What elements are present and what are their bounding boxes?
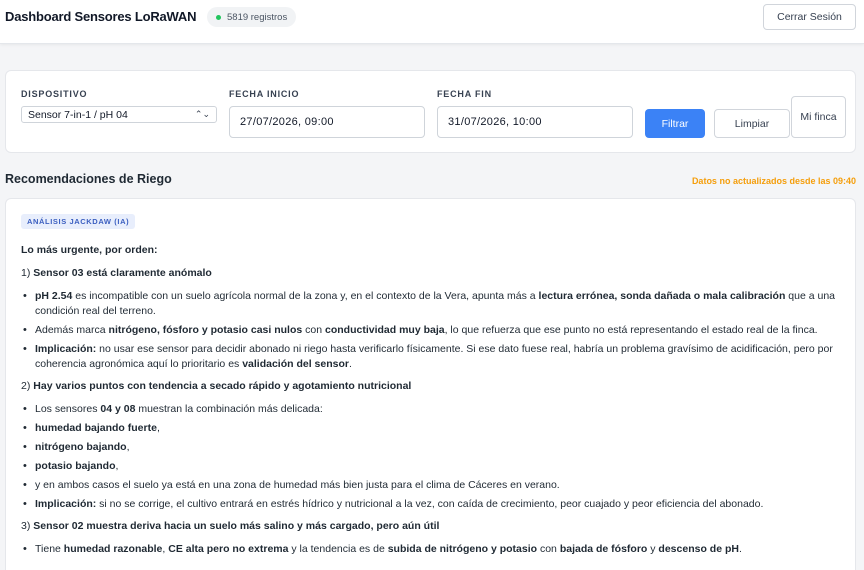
- text: Los sensores: [35, 403, 101, 415]
- bold-text: humedad bajando fuerte: [35, 422, 157, 434]
- app-title: Dashboard Sensores LoRaWAN: [5, 9, 197, 24]
- section-number: 1): [21, 267, 34, 279]
- section-heading: 3) Sensor 02 muestra deriva hacia un sue…: [21, 519, 846, 534]
- clear-button[interactable]: Limpiar: [714, 109, 790, 138]
- section-number: 2): [21, 380, 34, 392]
- bullet-item: nitrógeno bajando,: [21, 440, 846, 455]
- text: es incompatible con un suelo agrícola no…: [72, 290, 539, 302]
- logout-button[interactable]: Cerrar Sesión: [763, 4, 856, 30]
- bullet-item: pH 2.54 es incompatible con un suelo agr…: [21, 289, 846, 319]
- status-dot-icon: [216, 14, 221, 20]
- device-label: DISPOSITIVO: [21, 89, 88, 99]
- device-select-value: Sensor 7-in-1 / pH 04: [28, 108, 128, 121]
- bold-text: nitrógeno bajando: [35, 441, 127, 453]
- ai-analysis-badge: ANÁLISIS JACKDAW (IA): [21, 214, 136, 229]
- text: , lo que refuerza que ese punto no está …: [444, 324, 818, 336]
- bullet-item: potasio bajando,: [21, 459, 846, 474]
- section-heading: 1) Sensor 03 está claramente anómalo: [21, 266, 846, 281]
- start-date-value: 27/07/2026, 09:00: [240, 116, 334, 128]
- section-number: 3): [21, 520, 34, 532]
- text: si no se corrige, el cultivo entrará en …: [96, 498, 764, 510]
- bold-text: nitrógeno, fósforo y potasio casi nulos: [108, 324, 303, 336]
- bold-text: Implicación:: [35, 498, 97, 510]
- bold-text: humedad razonable: [63, 543, 163, 555]
- text: no usar ese sensor para decidir abonado …: [35, 343, 833, 370]
- text: .: [349, 358, 352, 370]
- recommendations-body: Lo más urgente, por orden: 1) Sensor 03 …: [21, 243, 846, 564]
- intro-text: Lo más urgente, por orden:: [21, 243, 846, 258]
- top-bar: Dashboard Sensores LoRaWAN 5819 registro…: [0, 0, 864, 44]
- start-date-input[interactable]: 27/07/2026, 09:00: [229, 106, 425, 138]
- filter-panel: DISPOSITIVO Sensor 7-in-1 / pH 04 ⌃⌄ FEC…: [5, 70, 856, 153]
- bold-text: descenso de pH: [658, 543, 739, 555]
- bold-text: pH 2.54: [35, 290, 73, 302]
- text: Además marca: [35, 324, 109, 336]
- text: ,: [115, 460, 119, 472]
- select-chevron-icon: ⌃⌄: [194, 109, 210, 119]
- end-date-input[interactable]: 31/07/2026, 10:00: [437, 106, 633, 138]
- text: con: [302, 324, 325, 336]
- bullet-item: Los sensores 04 y 08 muestran la combina…: [21, 402, 846, 417]
- bullet-item: Implicación: no usar ese sensor para dec…: [21, 342, 846, 372]
- text: muestran la combinación más delicada:: [135, 403, 323, 415]
- section-bullets: Tiene humedad razonable, CE alta pero no…: [21, 542, 846, 557]
- end-date-value: 31/07/2026, 10:00: [448, 116, 542, 128]
- bold-text: potasio bajando: [35, 460, 116, 472]
- text: y en ambos casos el suelo ya está en una…: [35, 479, 560, 491]
- bullet-item: Además marca nitrógeno, fósforo y potasi…: [21, 323, 846, 338]
- text: Tiene: [35, 543, 64, 555]
- bold-text: CE alta pero no extrema: [168, 543, 289, 555]
- text: .: [738, 543, 742, 555]
- recommendations-title: Recomendaciones de Riego: [5, 172, 172, 186]
- end-date-label: FECHA FIN: [437, 89, 492, 99]
- bold-text: 04 y 08: [100, 403, 136, 415]
- bullet-item: y en ambos casos el suelo ya está en una…: [21, 478, 846, 493]
- section-title: Sensor 02 muestra deriva hacia un suelo …: [33, 520, 440, 532]
- bold-text: subida de nitrógeno y potasio: [387, 543, 538, 555]
- section-title: Sensor 03 está claramente anómalo: [33, 267, 212, 279]
- bold-text: lectura errónea, sonda dañada o mala cal…: [538, 290, 786, 302]
- filter-button[interactable]: Filtrar: [645, 109, 705, 138]
- text: y la tendencia es de: [288, 543, 388, 555]
- intro-heading: Lo más urgente, por orden:: [21, 244, 158, 256]
- section-title: Hay varios puntos con tendencia a secado…: [33, 380, 412, 392]
- stale-data-warning: Datos no actualizados desde las 09:40: [691, 176, 856, 186]
- section-heading: 2) Hay varios puntos con tendencia a sec…: [21, 379, 846, 394]
- section-bullets: Los sensores 04 y 08 muestran la combina…: [21, 402, 846, 512]
- bold-text: validación del sensor: [242, 358, 349, 370]
- bullet-item: humedad bajando fuerte,: [21, 421, 846, 436]
- bullet-item: Tiene humedad razonable, CE alta pero no…: [21, 542, 846, 557]
- bold-text: Implicación:: [35, 343, 97, 355]
- text: ,: [156, 422, 160, 434]
- bullet-item: Implicación: si no se corrige, el cultiv…: [21, 497, 846, 512]
- start-date-label: FECHA INICIO: [229, 89, 300, 99]
- bold-text: conductividad muy baja: [324, 324, 445, 336]
- text: ,: [126, 441, 130, 453]
- text: y: [647, 543, 659, 555]
- device-select[interactable]: Sensor 7-in-1 / pH 04 ⌃⌄: [21, 106, 217, 123]
- recommendations-card: ANÁLISIS JACKDAW (IA) Lo más urgente, po…: [5, 198, 856, 570]
- records-count-text: 5819 registros: [227, 11, 288, 23]
- text: con: [537, 543, 560, 555]
- bold-text: bajada de fósforo: [559, 543, 648, 555]
- records-count-badge: 5819 registros: [207, 7, 297, 27]
- my-farm-button[interactable]: Mi finca: [791, 96, 846, 138]
- section-bullets: pH 2.54 es incompatible con un suelo agr…: [21, 289, 846, 372]
